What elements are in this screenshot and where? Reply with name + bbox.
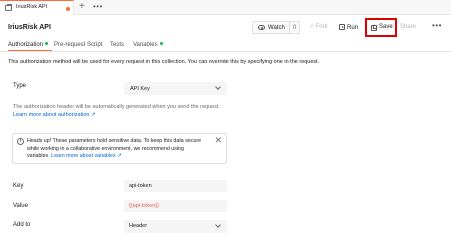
save-label: Save <box>379 24 393 30</box>
tab-pre-request-script[interactable]: Pre-request Script <box>54 42 102 48</box>
tab-authorization-label: Authorization <box>8 42 44 48</box>
watch-label: Watch <box>268 24 285 31</box>
fork-label: Fork <box>315 24 328 30</box>
watch-divider <box>289 22 290 33</box>
key-input[interactable]: api-token <box>124 180 227 192</box>
chevron-down-icon <box>215 222 221 228</box>
value-label: Value <box>13 203 28 209</box>
auth-type-value: API Key <box>130 85 150 92</box>
header-more-button[interactable]: ••• <box>432 21 442 30</box>
active-dot-icon <box>159 42 163 45</box>
new-tab-button[interactable]: + <box>79 1 85 13</box>
tab-more-button[interactable]: ••• <box>93 1 103 13</box>
learn-authorization-link[interactable]: Learn more about authorization ↗ <box>13 112 96 118</box>
sensitive-data-callout: i Heads up! These parameters hold sensit… <box>12 133 227 164</box>
collection-icon <box>5 4 12 11</box>
share-label: Share <box>400 24 417 30</box>
value-value: {{api-token}} <box>129 203 159 209</box>
type-label: Type <box>13 83 27 89</box>
tab-variables-label: Variables <box>133 42 158 48</box>
watch-count: 0 <box>293 24 297 31</box>
save-icon <box>371 25 377 31</box>
collection-tab-label: IriusRisk API <box>16 4 48 10</box>
key-value: api-token <box>129 183 152 189</box>
eye-icon <box>258 25 265 30</box>
tab-variables[interactable]: Variables <box>133 42 163 48</box>
run-label: Run <box>347 25 359 31</box>
add-to-label: Add to <box>13 222 31 228</box>
collection-tab[interactable]: IriusRisk API <box>0 0 74 15</box>
add-to-select[interactable]: Header <box>124 220 227 233</box>
collection-subtabs: Authorization Pre-request Script Tests V… <box>0 40 451 52</box>
auth-header-note: The authorization header will be automat… <box>13 104 220 110</box>
close-icon[interactable]: ✕ <box>214 136 222 145</box>
key-label: Key <box>13 183 24 189</box>
value-input[interactable]: {{api-token}} <box>124 200 227 212</box>
share-button[interactable]: Share <box>400 24 416 30</box>
fork-button[interactable]: ⑂ Fork <box>310 24 328 30</box>
fork-icon: ⑂ <box>310 24 314 30</box>
active-dot-icon <box>45 42 49 45</box>
auth-type-select[interactable]: API Key <box>124 82 227 95</box>
info-icon: i <box>17 138 24 145</box>
save-button[interactable]: Save <box>365 18 397 37</box>
authorization-intro: This authorization method will be used f… <box>8 59 320 65</box>
run-button[interactable]: Run <box>339 24 358 31</box>
callout-text: Heads up! These parameters hold sensitiv… <box>27 138 207 161</box>
tab-tests-label: Tests <box>110 42 125 48</box>
tab-strip: IriusRisk API + ••• <box>0 0 451 15</box>
learn-variables-link[interactable]: Learn more about variables ↗ <box>51 153 121 159</box>
collection-title: IriusRisk API <box>8 24 51 31</box>
watch-button[interactable]: Watch 0 <box>252 21 300 34</box>
play-icon <box>339 24 345 30</box>
add-to-value: Header <box>129 223 148 229</box>
tab-pre-request-script-label: Pre-request Script <box>54 42 103 48</box>
unsaved-dot-icon <box>66 7 70 11</box>
tab-tests[interactable]: Tests <box>110 42 124 48</box>
chevron-down-icon <box>215 84 221 90</box>
tab-authorization[interactable]: Authorization <box>8 42 53 51</box>
